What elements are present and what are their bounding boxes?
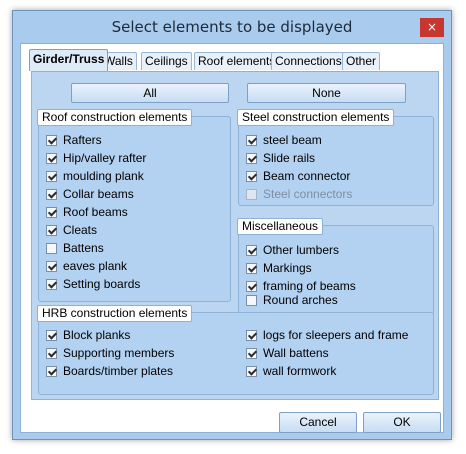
checkbox[interactable] <box>46 278 57 290</box>
check-label: moulding plank <box>63 169 144 183</box>
cancel-button[interactable]: Cancel <box>279 412 357 433</box>
check-cleats[interactable]: Cleats <box>46 222 97 238</box>
check-collar-beams[interactable]: Collar beams <box>46 186 134 202</box>
tab-panel: All None Roof construction elements Raft… <box>31 71 439 400</box>
dialog-window: Select elements to be displayed × Girder… <box>12 10 452 440</box>
tab-roof-elements[interactable]: Roof elements <box>194 52 280 70</box>
check-label: Hip/valley rafter <box>63 151 147 165</box>
checkbox <box>246 188 257 200</box>
check-markings[interactable]: Markings <box>246 260 312 276</box>
check-label: Setting boards <box>63 277 141 291</box>
checkbox[interactable] <box>46 188 57 200</box>
check-label: Battens <box>63 241 104 255</box>
check-wall-formwork[interactable]: wall formwork <box>246 363 336 379</box>
check-label: Rafters <box>63 133 102 147</box>
tab-girder-truss[interactable]: Girder/Truss <box>29 49 109 71</box>
check-setting-boards[interactable]: Setting boards <box>46 276 140 292</box>
check-boards-timber-plates[interactable]: Boards/timber plates <box>46 363 173 379</box>
check-label: Boards/timber plates <box>63 364 174 378</box>
check-steel-connectors: Steel connectors <box>246 186 352 202</box>
checkbox[interactable] <box>246 244 257 256</box>
checkbox[interactable] <box>46 242 57 254</box>
check-label: Collar beams <box>63 187 134 201</box>
tab-ceilings[interactable]: Ceilings <box>141 52 192 70</box>
select-none-button[interactable]: None <box>247 83 406 103</box>
check-hip-valley-rafter[interactable]: Hip/valley rafter <box>46 150 146 166</box>
check-label: Supporting members <box>63 346 175 360</box>
check-beam-connector[interactable]: Beam connector <box>246 168 350 184</box>
checkbox[interactable] <box>246 365 257 377</box>
check-label: logs for sleepers and frame <box>263 328 409 342</box>
ok-button[interactable]: OK <box>363 412 441 433</box>
check-label: wall formwork <box>263 364 337 378</box>
check-other-lumbers[interactable]: Other lumbers <box>246 242 339 258</box>
checkbox[interactable] <box>46 152 57 164</box>
misc-group-title: Miscellaneous <box>237 218 324 235</box>
check-label: Roof beams <box>63 205 128 219</box>
checkbox[interactable] <box>246 170 257 182</box>
close-button[interactable]: × <box>420 18 444 37</box>
check-label: Beam connector <box>263 169 351 183</box>
title-bar[interactable]: Select elements to be displayed × <box>13 11 451 43</box>
check-wall-battens[interactable]: Wall battens <box>246 345 329 361</box>
steel-construction-group: Steel construction elements steel beam S… <box>237 109 434 206</box>
dialog-client: Girder/Truss Walls Ceilings Roof element… <box>20 43 444 433</box>
checkbox[interactable] <box>246 347 257 359</box>
checkbox[interactable] <box>46 206 57 218</box>
check-label: Other lumbers <box>263 243 340 257</box>
check-label: steel beam <box>263 133 322 147</box>
check-label: framing of beams <box>263 279 356 293</box>
miscellaneous-group: Miscellaneous Other lumbers Markings fra… <box>237 218 434 315</box>
check-round-arches[interactable]: Round arches <box>246 292 338 308</box>
check-rafters[interactable]: Rafters <box>46 132 102 148</box>
roof-group-title: Roof construction elements <box>37 109 193 126</box>
checkbox[interactable] <box>246 134 257 146</box>
check-slide-rails[interactable]: Slide rails <box>246 150 315 166</box>
check-label: Steel connectors <box>263 187 353 201</box>
checkbox[interactable] <box>46 365 57 377</box>
tab-other[interactable]: Other <box>342 52 381 70</box>
check-roof-beams[interactable]: Roof beams <box>46 204 128 220</box>
checkbox[interactable] <box>46 329 57 341</box>
check-label: Slide rails <box>263 151 316 165</box>
check-steel-beam[interactable]: steel beam <box>246 132 322 148</box>
check-label: eaves plank <box>63 259 128 273</box>
checkbox[interactable] <box>46 134 57 146</box>
check-battens[interactable]: Battens <box>46 240 104 256</box>
check-label: Cleats <box>63 223 98 237</box>
check-label: Round arches <box>263 293 338 307</box>
checkbox[interactable] <box>246 262 257 274</box>
dialog-title: Select elements to be displayed <box>111 18 353 36</box>
check-moulding-plank[interactable]: moulding plank <box>46 168 144 184</box>
checkbox[interactable] <box>246 294 257 306</box>
checkbox[interactable] <box>46 170 57 182</box>
steel-group-title: Steel construction elements <box>237 109 395 126</box>
check-logs-for-sleepers[interactable]: logs for sleepers and frame <box>246 327 408 343</box>
check-supporting-members[interactable]: Supporting members <box>46 345 174 361</box>
checkbox[interactable] <box>46 347 57 359</box>
roof-construction-group: Roof construction elements Rafters Hip/v… <box>37 109 231 302</box>
hrb-construction-group: HRB construction elements Block planks S… <box>37 305 434 395</box>
checkbox[interactable] <box>246 280 257 292</box>
check-label: Wall battens <box>263 346 329 360</box>
hrb-group-title: HRB construction elements <box>37 305 193 322</box>
checkbox[interactable] <box>46 260 57 272</box>
check-block-planks[interactable]: Block planks <box>46 327 130 343</box>
check-label: Block planks <box>63 328 131 342</box>
checkbox[interactable] <box>46 224 57 236</box>
tab-connections[interactable]: Connections <box>271 52 346 70</box>
select-all-button[interactable]: All <box>71 83 229 103</box>
checkbox[interactable] <box>246 152 257 164</box>
check-eaves-plank[interactable]: eaves plank <box>46 258 127 274</box>
check-label: Markings <box>263 261 312 275</box>
checkbox[interactable] <box>246 329 257 341</box>
